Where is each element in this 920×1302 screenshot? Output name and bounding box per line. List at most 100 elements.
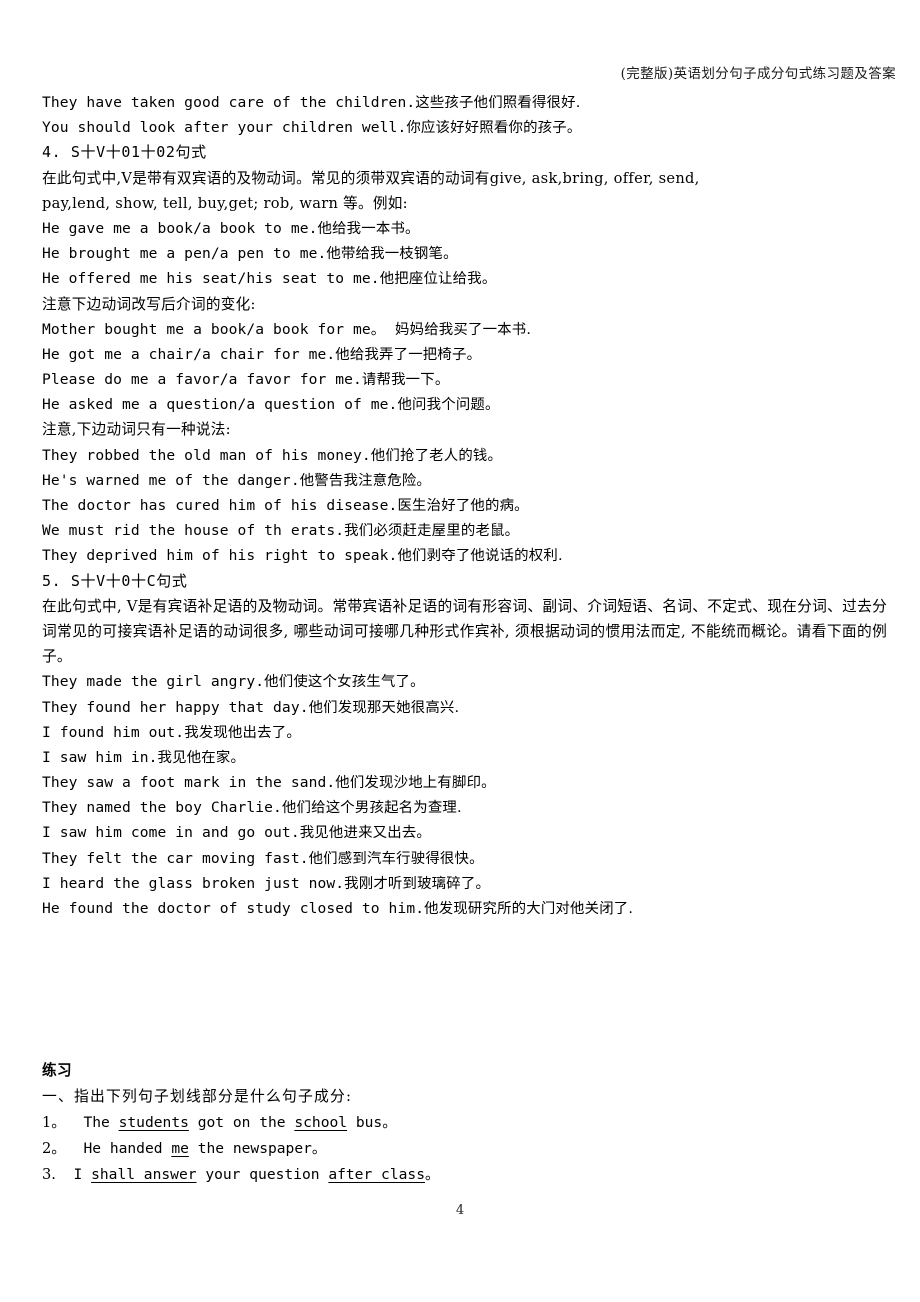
text-line: I saw him in.我见他在家。 [42, 745, 890, 770]
running-header-text: (完整版)英语划分句子成分句式练习题及答案 [620, 66, 896, 82]
line-en: He brought me a pen/a pen to me. [42, 245, 327, 263]
line-en: I found him out. [42, 723, 185, 741]
document-body: They have taken good care of the childre… [42, 90, 890, 921]
line-cn: 他带给我一枝钢笔。 [326, 246, 458, 263]
line-cn: 请帮我一下。 [361, 372, 450, 389]
item-pre: I [55, 1166, 92, 1183]
item-mid: the newspaper [188, 1140, 312, 1157]
line-cn: 他把座位让给我。 [379, 271, 497, 288]
line-en: They made the girl angry. [42, 673, 265, 691]
line-en: He offered me his seat/his seat to me. [42, 270, 380, 288]
item-mid: your question [196, 1166, 329, 1183]
exercise-instruction: 一、指出下列句子划线部分是什么句子成分: [42, 1088, 353, 1105]
line-cn: 你应该好好照看你的孩子。 [406, 120, 582, 137]
text-line: 在此句式中,V是带有双宾语的及物动词。常见的须带双宾语的动词有give, ask… [42, 169, 700, 187]
line-cn: 医生治好了他的病。 [397, 498, 529, 514]
section-heading-5: 5. S十V十0十C句式 [42, 571, 188, 590]
line-en: I saw him in. [42, 748, 158, 766]
line-en: Please do me a favor/a favor for me. [42, 371, 362, 389]
item-post: bus [347, 1114, 383, 1131]
line-en: I heard the glass broken just now. [42, 874, 345, 892]
line-en: They robbed the old man of his money. [42, 446, 371, 464]
line-en: They have taken good care of the childre… [42, 94, 416, 111]
text-line: They found her happy that day.他们发现那天她很高兴… [42, 695, 890, 720]
text-line: He got me a chair/a chair for me.他给我弄了一把… [42, 342, 890, 367]
text-line: He's warned me of the danger.他警告我注意危险。 [42, 468, 890, 493]
section-5-paragraph: 在此句式中, V是有宾语补足语的及物动词。常带宾语补足语的词有形容词、副词、介词… [42, 597, 887, 666]
text-line: I saw him come in and go out.我见他进来又出去。 [42, 820, 890, 845]
line-cn: 他给我一本书。 [317, 220, 420, 237]
line-en: They felt the car moving fast. [42, 849, 309, 867]
text-line: They saw a foot mark in the sand.他们发现沙地上… [42, 770, 890, 795]
line-en: He's warned me of the danger. [42, 471, 300, 489]
line-cn: 我刚才听到玻璃碎了。 [344, 875, 491, 892]
text-line: pay,lend, show, tell, buy,get; rob, warn… [42, 194, 408, 212]
line-cn: 妈妈给我买了一本书. [385, 321, 532, 338]
item-number: 3. [42, 1166, 56, 1183]
line-cn: 这些孩子他们照看得很好. [415, 95, 581, 111]
item-mid: got on the [188, 1114, 295, 1131]
underlined-part: students [118, 1114, 189, 1131]
text-line: I found him out.我发现他出去了。 [42, 720, 890, 745]
line-en: He gave me a book/a book to me. [42, 219, 318, 237]
line-cn: 他们剥夺了他说话的权利. [397, 548, 563, 565]
line-cn: 他给我弄了一把椅子。 [335, 346, 482, 363]
line-cn: 他们给这个男孩起名为查理. [281, 800, 462, 817]
text-line: The doctor has cured him of his disease.… [42, 493, 890, 518]
text-line: He offered me his seat/his seat to me.他把… [42, 266, 890, 291]
item-number: 2。 [42, 1140, 66, 1157]
line-en: Mother bought me a book/a book for me。 [42, 320, 386, 338]
exercise-title: 练习 [42, 1062, 72, 1079]
underlined-part: me [171, 1140, 189, 1157]
document-page: (完整版)英语划分句子成分句式练习题及答案 They have taken go… [0, 0, 920, 1302]
item-pre: He handed [65, 1140, 172, 1157]
line-en: The doctor has cured him of his disease. [42, 497, 398, 514]
item-end: 。 [424, 1166, 440, 1183]
item-number: 1。 [42, 1114, 66, 1131]
line-en: He got me a chair/a chair for me. [42, 345, 336, 363]
text-line: He asked me a question/a question of me.… [42, 392, 890, 417]
text-line: We must rid the house of th erats.我们必须赶走… [42, 518, 890, 543]
underlined-part: school [294, 1114, 348, 1131]
exercise-item: 3. I shall answer your question after cl… [42, 1162, 890, 1188]
text-line: They named the boy Charlie.他们给这个男孩起名为查理. [42, 795, 890, 820]
item-pre: The [65, 1114, 119, 1131]
text-line: You should look after your children well… [42, 115, 890, 140]
page-number: 4 [455, 1203, 465, 1218]
exercise-item: 2。 He handed me the newspaper。 [42, 1136, 890, 1162]
line-cn: 他警告我注意危险。 [299, 472, 432, 489]
line-en: He found the doctor of study closed to h… [42, 900, 425, 918]
line-cn: 他问我个问题。 [397, 397, 500, 414]
exercise-section: 练习 一、指出下列句子划线部分是什么句子成分: 1。 The students … [42, 1058, 890, 1188]
text-line: He gave me a book/a book to me.他给我一本书。 [42, 216, 890, 241]
text-line: 注意,下边动词只有一种说法: [42, 421, 231, 439]
line-cn: 他们抢了老人的钱。 [370, 447, 503, 464]
text-line: They felt the car moving fast.他们感到汽车行驶得很… [42, 846, 890, 871]
line-cn: 他们发现那天她很高兴. [308, 699, 460, 716]
line-en: They deprived him of his right to speak. [42, 547, 398, 565]
line-cn: 他们使这个女孩生气了。 [264, 674, 425, 691]
line-cn: 他发现研究所的大门对他关闭了. [424, 901, 634, 918]
document-running-header: (完整版)英语划分句子成分句式练习题及答案 [0, 62, 920, 86]
line-en: He asked me a question/a question of me. [42, 396, 398, 414]
line-en: We must rid the house of th erats. [42, 522, 345, 540]
text-line: He brought me a pen/a pen to me.他带给我一枝钢笔… [42, 241, 890, 266]
exercise-item: 1。 The students got on the school bus。 [42, 1110, 890, 1136]
text-line: I heard the glass broken just now.我刚才听到玻… [42, 871, 890, 896]
line-cn: 我们必须赶走屋里的老鼠。 [344, 523, 520, 540]
text-line: They made the girl angry.他们使这个女孩生气了。 [42, 669, 890, 694]
line-cn: 他们发现沙地上有脚印。 [335, 775, 496, 792]
line-en: They saw a foot mark in the sand. [42, 774, 336, 792]
section-heading-4: 4. S十V十01十02句式 [42, 143, 207, 162]
underlined-part: shall answer [91, 1166, 197, 1183]
item-end: 。 [311, 1140, 327, 1157]
text-line: He found the doctor of study closed to h… [42, 896, 890, 921]
line-cn: 我见他进来又出去。 [299, 825, 432, 842]
line-en: You should look after your children well… [42, 119, 407, 137]
line-cn: 我发现他出去了。 [184, 724, 301, 741]
text-line: Please do me a favor/a favor for me.请帮我一… [42, 367, 890, 392]
text-line: 注意下边动词改写后介词的变化: [42, 295, 256, 313]
line-cn: 我见他在家。 [157, 749, 246, 766]
line-cn: 他们感到汽车行驶得很快。 [308, 850, 484, 867]
text-line: They robbed the old man of his money.他们抢… [42, 443, 890, 468]
